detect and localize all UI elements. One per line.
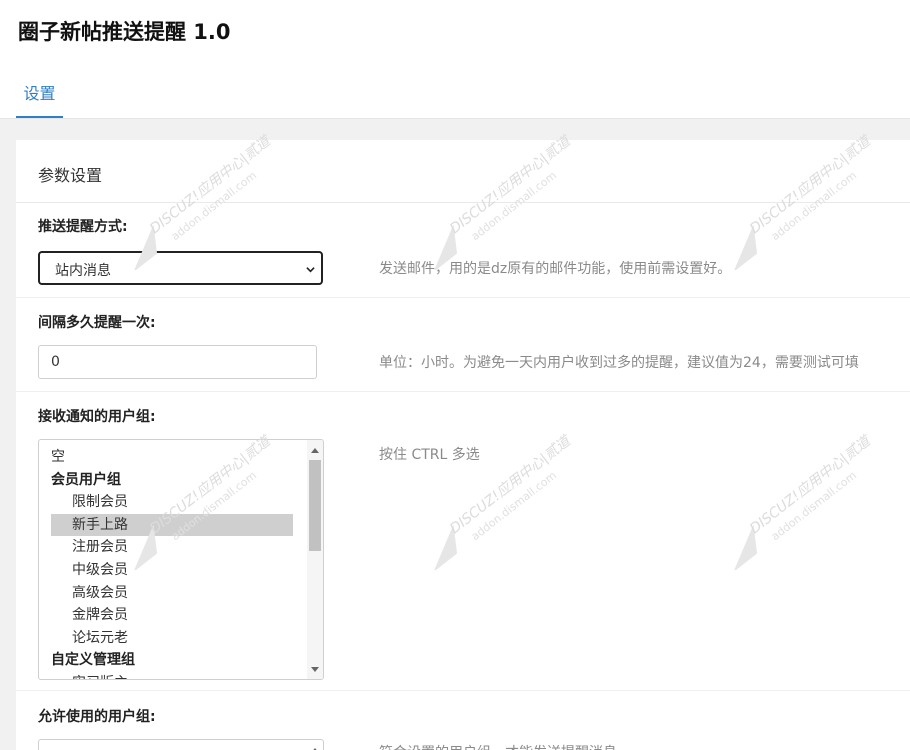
app-title: 圈子新帖推送提醒 1.0 [18,20,231,44]
app-header: 圈子新帖推送提醒 1.0 设置 [0,0,910,119]
chevron-down-icon [306,267,315,273]
receive-groups-help: 按住 CTRL 多选 [379,447,480,463]
allowed-groups-label: 允许使用的用户组: [38,709,156,725]
listbox-optgroup: 会员用户组 [51,471,121,488]
scroll-down-arrow-icon[interactable] [311,667,319,672]
listbox-option[interactable]: 注册会员 [51,536,293,558]
listbox-option[interactable]: 限制会员 [51,491,293,513]
interval-help: 单位：小时。为避免一天内用户收到过多的提醒，建议值为24，需要测试可填 [379,355,859,371]
divider [16,690,910,691]
interval-input[interactable] [38,345,317,379]
listbox-scrollbar[interactable] [307,440,323,679]
scrollbar-thumb[interactable] [309,460,321,551]
panel-title: 参数设置 [38,166,103,185]
listbox-option[interactable]: 高级会员 [51,582,293,604]
push-method-help: 发送邮件，用的是dz原有的邮件功能，使用前需设置好。 [379,261,732,277]
listbox-option[interactable]: 空 [51,446,293,468]
push-method-select[interactable]: 站内消息 [38,251,323,285]
listbox-option[interactable]: 中级会员 [51,559,293,581]
allowed-groups-help: 符合设置的用户组，才能发送提醒消息。 [379,742,631,750]
divider [16,391,910,392]
listbox-option[interactable]: 实习版主 [51,672,293,679]
push-method-selected-value: 站内消息 [55,263,111,279]
settings-panel: 参数设置 推送提醒方式: 站内消息 发送邮件，用的是dz原有的邮件功能，使用前需… [16,140,910,750]
receive-groups-label: 接收通知的用户组: [38,409,156,425]
interval-label: 间隔多久提醒一次: [38,315,156,331]
listbox-option[interactable]: 论坛元老 [51,627,293,649]
divider [16,297,910,298]
scroll-up-arrow-icon[interactable] [311,448,319,453]
divider [16,202,910,203]
listbox-option[interactable]: 新手上路 [51,513,293,536]
tab-settings[interactable]: 设置 [16,78,63,118]
receive-groups-listbox[interactable]: 空会员用户组限制会员 新手上路 注册会员 中级会员 高级会员 金牌会员 论坛元老自定义管理组… [38,439,324,680]
listbox-option[interactable]: 金牌会员 [51,604,293,626]
push-method-label: 推送提醒方式: [38,219,128,235]
allowed-groups-listbox[interactable] [38,739,324,750]
listbox-optgroup: 自定义管理组 [51,652,135,669]
